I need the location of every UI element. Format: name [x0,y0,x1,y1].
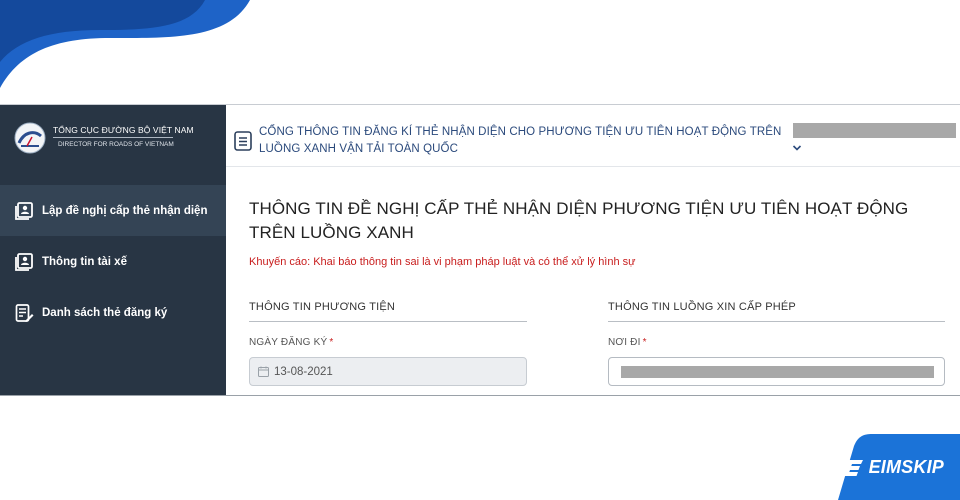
origin-value-redacted [621,366,934,378]
origin-field[interactable] [608,357,945,386]
user-name-redacted[interactable] [793,123,956,138]
chevron-down-icon[interactable] [792,144,802,152]
sidebar-item-registered-cards[interactable]: Danh sách thẻ đăng ký [0,287,226,338]
field-label-text: NƠI ĐI [608,337,641,348]
form-title: THÔNG TIN ĐỀ NGHỊ CẤP THẺ NHẬN DIỆN PHƯƠ… [249,199,909,242]
registration-date-label: NGÀY ĐĂNG KÝ * [249,337,333,348]
registration-date-field[interactable]: 13-08-2021 [249,357,527,386]
agency-logo-icon [14,122,46,154]
eimskip-wordmark: EIMSKIP [868,457,944,477]
brand-header: TỔNG CỤC ĐƯỜNG BỘ VIỆT NAM DIRECTOR FOR … [0,105,226,169]
app-screenshot: TỔNG CỤC ĐƯỜNG BỘ VIỆT NAM DIRECTOR FOR … [0,104,960,396]
required-mark: * [329,337,334,348]
eimskip-logo: EIMSKIP [841,457,944,478]
driver-icon [15,252,33,271]
brand-title: TỔNG CỤC ĐƯỜNG BỘ VIỆT NAM [53,125,194,135]
origin-label: NƠI ĐI * [608,337,647,348]
list-edit-icon [15,303,34,322]
sidebar-item-label: Thông tin tài xế [42,255,127,268]
section-route-info: THÔNG TIN LUỒNG XIN CẤP PHÉP [608,301,945,322]
corner-decoration [0,0,250,88]
brand-divider [53,137,173,138]
warning-text: Khuyến cáo: Khai báo thông tin sai là vi… [249,256,636,268]
required-mark: * [642,337,647,348]
sidebar-item-driver-info[interactable]: Thông tin tài xế [0,236,226,287]
eimskip-mark-icon [843,459,863,476]
sidebar: TỔNG CỤC ĐƯỜNG BỘ VIỆT NAM DIRECTOR FOR … [0,105,226,395]
registration-date-value: 13-08-2021 [274,365,333,378]
brand-subtitle: DIRECTOR FOR ROADS OF VIETNAM [58,141,174,148]
top-bar: CỔNG THÔNG TIN ĐĂNG KÍ THẺ NHẬN DIỆN CHO… [226,105,960,167]
portal-title: CỔNG THÔNG TIN ĐĂNG KÍ THẺ NHẬN DIỆN CHO… [259,126,782,155]
sidebar-item-label: Danh sách thẻ đăng ký [42,306,168,319]
document-menu-icon[interactable] [234,131,252,151]
calendar-icon [258,366,269,377]
section-vehicle-info: THÔNG TIN PHƯƠNG TIỆN [249,301,527,322]
id-card-icon [15,201,33,220]
sidebar-item-label: Lập đề nghị cấp thẻ nhận diện [42,204,208,217]
field-label-text: NGÀY ĐĂNG KÝ [249,337,328,348]
sidebar-item-create-request[interactable]: Lập đề nghị cấp thẻ nhận diện [0,185,226,236]
